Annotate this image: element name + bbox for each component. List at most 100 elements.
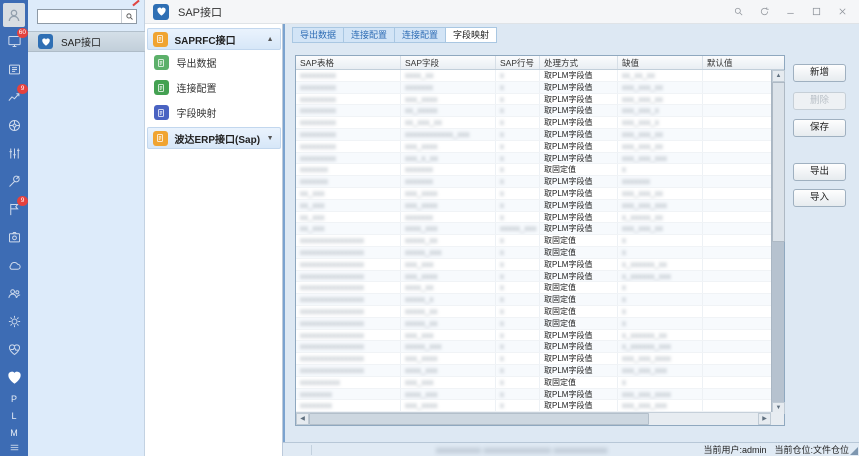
sidebar-letter-p[interactable]: P bbox=[0, 391, 28, 408]
nav-group-header[interactable]: 波达ERP接口(Sap)▼ bbox=[147, 127, 281, 149]
table-row[interactable]: xxxxxxxxxxxxxxx取固定值x bbox=[296, 164, 771, 176]
monitor-icon[interactable]: 60 bbox=[0, 27, 28, 55]
column-header[interactable]: SAP行号 bbox=[496, 56, 540, 69]
sidebar-letter-l[interactable]: L bbox=[0, 408, 28, 425]
table-row[interactable]: xx_xxxxxx_xxxxx取PLM字段值xxx_xxx_xx bbox=[296, 188, 771, 200]
table-row[interactable]: xxxxxxxxxxx_xxx_xxx取PLM字段值xxx_xxx_x bbox=[296, 117, 771, 129]
table-row[interactable]: xxxxxxxxxxxx_x_xxx取PLM字段值xxx_xxx_xxx bbox=[296, 153, 771, 165]
action-button-导出[interactable]: 导出 bbox=[793, 163, 846, 181]
table-cell: x bbox=[496, 105, 540, 116]
camera-icon[interactable] bbox=[0, 223, 28, 251]
table-cell: xxxxxxxxxxxxxxxx bbox=[296, 235, 401, 246]
table-row[interactable]: xxxxxxxxxxxxxxxxxxx_xxxxx取PLM字段值x_xxxxxx… bbox=[296, 271, 771, 283]
gear-icon[interactable] bbox=[0, 307, 28, 335]
nav-item[interactable]: 连接配置 bbox=[147, 75, 281, 100]
table-row[interactable]: xx_xxxxxxxxxxx取PLM字段值x_xxxxx_xx bbox=[296, 212, 771, 224]
hamburger-icon[interactable] bbox=[0, 440, 28, 454]
tab-导出数据[interactable]: 导出数据 bbox=[292, 27, 343, 43]
table-cell: x bbox=[496, 341, 540, 352]
table-row[interactable]: xxxxxxxxxxxxxxx取PLM字段值xxxxxxx bbox=[296, 176, 771, 188]
table-row[interactable]: xxxxxxxxxxxxxxxxxxx_xxxx取PLM字段值x_xxxxxx_… bbox=[296, 330, 771, 342]
table-row[interactable]: xxxxxxxxxxxxx_xxx取PLM字段值xx_xx_xx bbox=[296, 70, 771, 82]
wrench-icon[interactable] bbox=[0, 167, 28, 195]
table-row[interactable]: xxxxxxxxxxx_xxxxxx取PLM字段值xxx_xxx_x bbox=[296, 105, 771, 117]
table-row[interactable]: xxxxxxxxxxxxxxxxxxxxx_xxx取固定值x bbox=[296, 306, 771, 318]
action-button-导入[interactable]: 导入 bbox=[793, 189, 846, 207]
table-row[interactable]: xxxxxxxxxxxx_xxxxx取PLM字段值xxx_xxx_xx bbox=[296, 94, 771, 106]
column-header[interactable]: 缺值 bbox=[618, 56, 703, 69]
table-row[interactable]: xxxxxxxxxxxxxxxxxxxxx_xx取固定值x bbox=[296, 294, 771, 306]
table-row[interactable]: xxxxxxxxxxxxxxxxxxxx_xxx取固定值x bbox=[296, 282, 771, 294]
table-row[interactable]: xxxxxxxxxxxxxxxxxxxxx_xxxx取PLM字段值x_xxxxx… bbox=[296, 341, 771, 353]
table-row[interactable]: xxxxxxxxxxxxxxxxxxxxx_xxxx取PLM字段值xxx_xxx… bbox=[296, 129, 771, 141]
refresh-icon[interactable] bbox=[758, 5, 771, 18]
flag-icon[interactable]: 9 bbox=[0, 195, 28, 223]
module-item-sap-interface[interactable]: SAP接口 bbox=[28, 31, 145, 52]
wheel-icon[interactable] bbox=[0, 111, 28, 139]
cloud-icon[interactable] bbox=[0, 251, 28, 279]
column-header[interactable]: SAP表格 bbox=[296, 56, 401, 69]
scroll-up-icon[interactable]: ▲ bbox=[772, 70, 785, 82]
table-row[interactable]: xxxxxxxxxxxx_xxxxx取PLM字段值xxx_xxx_xx bbox=[296, 141, 771, 153]
nav-item[interactable]: 字段映射 bbox=[147, 100, 281, 125]
table-row[interactable]: xxxxxxxxxxxxxxxxxxxx_xxxx取PLM字段值xxx_xxx_… bbox=[296, 365, 771, 377]
horizontal-scrollbar[interactable]: ◀ ▶ bbox=[296, 412, 771, 425]
table-cell: 取PLM字段值 bbox=[540, 94, 618, 105]
table-cell: 取PLM字段值 bbox=[540, 341, 618, 352]
window-title: SAP接口 bbox=[178, 4, 222, 20]
search-icon[interactable] bbox=[121, 10, 136, 23]
hscroll-thumb[interactable] bbox=[309, 413, 649, 425]
vscroll-thumb[interactable] bbox=[772, 82, 785, 242]
tab-连接配置[interactable]: 连接配置 bbox=[394, 27, 445, 43]
orange-doc-icon bbox=[153, 32, 168, 47]
table-cell: xxx_xxxx bbox=[401, 200, 496, 211]
tab-bar: 导出数据连接配置连接配置字段映射 bbox=[292, 27, 497, 43]
table-cell: x bbox=[496, 94, 540, 105]
search-input[interactable] bbox=[38, 10, 121, 23]
table-cell: x bbox=[618, 294, 703, 305]
table-row[interactable]: xxxxxxxxxxxx_xxxx取PLM字段值xxx_xxx_xxxx bbox=[296, 389, 771, 401]
nav-item[interactable]: 导出数据 bbox=[147, 50, 281, 75]
table-cell: xxx_xxx_x bbox=[618, 117, 703, 128]
nav-group-header[interactable]: SAPRFC接口▲ bbox=[147, 28, 281, 50]
maximize-icon[interactable] bbox=[810, 5, 823, 18]
chart-line-icon[interactable]: 9 bbox=[0, 83, 28, 111]
heart-icon[interactable] bbox=[0, 363, 28, 391]
sliders-icon[interactable] bbox=[0, 139, 28, 167]
resize-grip[interactable] bbox=[850, 447, 858, 455]
table-cell: x bbox=[496, 306, 540, 317]
table-row[interactable]: xxxxxxxxxxxxx_xxxx取固定值x bbox=[296, 377, 771, 389]
tab-连接配置[interactable]: 连接配置 bbox=[343, 27, 394, 43]
column-header[interactable]: 处理方式 bbox=[540, 56, 618, 69]
people-icon[interactable] bbox=[0, 279, 28, 307]
table-row[interactable]: xxxxxxxxxxxxxxxxxxxxx_xxx取固定值x bbox=[296, 318, 771, 330]
scroll-right-icon[interactable]: ▶ bbox=[758, 413, 771, 425]
search-icon[interactable] bbox=[732, 5, 745, 18]
tab-字段映射[interactable]: 字段映射 bbox=[445, 27, 497, 43]
heart-pulse-icon[interactable] bbox=[0, 335, 28, 363]
close-icon[interactable] bbox=[836, 5, 849, 18]
avatar[interactable] bbox=[3, 3, 25, 27]
table-cell bbox=[703, 318, 771, 329]
news-icon[interactable] bbox=[0, 55, 28, 83]
table-cell bbox=[703, 129, 771, 140]
action-button-保存[interactable]: 保存 bbox=[793, 119, 846, 137]
table-row[interactable]: xxxxxxxxxxxxxxxxxxx_xxxxx取PLM字段值xxx_xxx_… bbox=[296, 353, 771, 365]
table-cell: xx_xxx bbox=[296, 200, 401, 211]
column-header[interactable]: SAP字段 bbox=[401, 56, 496, 69]
vertical-scrollbar[interactable]: ▲ ▼ bbox=[771, 70, 784, 414]
scroll-left-icon[interactable]: ◀ bbox=[296, 413, 309, 425]
table-cell: xx_xxx bbox=[296, 188, 401, 199]
minimize-icon[interactable] bbox=[784, 5, 797, 18]
action-button-新增[interactable]: 新增 bbox=[793, 64, 846, 82]
table-cell: x bbox=[496, 153, 540, 164]
table-row[interactable]: xxxxxxxxxxxxxxxxxxxxx_xxxx取固定值x bbox=[296, 247, 771, 259]
table-row[interactable]: xxxxxxxxxxxxxxxxxxx_xxxx取PLM字段值x_xxxxxx_… bbox=[296, 259, 771, 271]
table-row[interactable]: xx_xxxxxx_xxxxx取PLM字段值xxx_xxx_xxx bbox=[296, 200, 771, 212]
table-row[interactable]: xx_xxxxxxx_xxxxxxxx_xxx取PLM字段值xxx_xxx_xx bbox=[296, 223, 771, 235]
table-row[interactable]: xxxxxxxxxxx_xxxxx取PLM字段值xxx_xxx_xxx bbox=[296, 400, 771, 412]
column-header[interactable]: 默认值 bbox=[703, 56, 771, 69]
table-row[interactable]: xxxxxxxxxxxxxxxxxxxxx_xxx取固定值x bbox=[296, 235, 771, 247]
table-cell bbox=[703, 105, 771, 116]
table-row[interactable]: xxxxxxxxxxxxxxxxx取PLM字段值xxx_xxx_xx bbox=[296, 82, 771, 94]
